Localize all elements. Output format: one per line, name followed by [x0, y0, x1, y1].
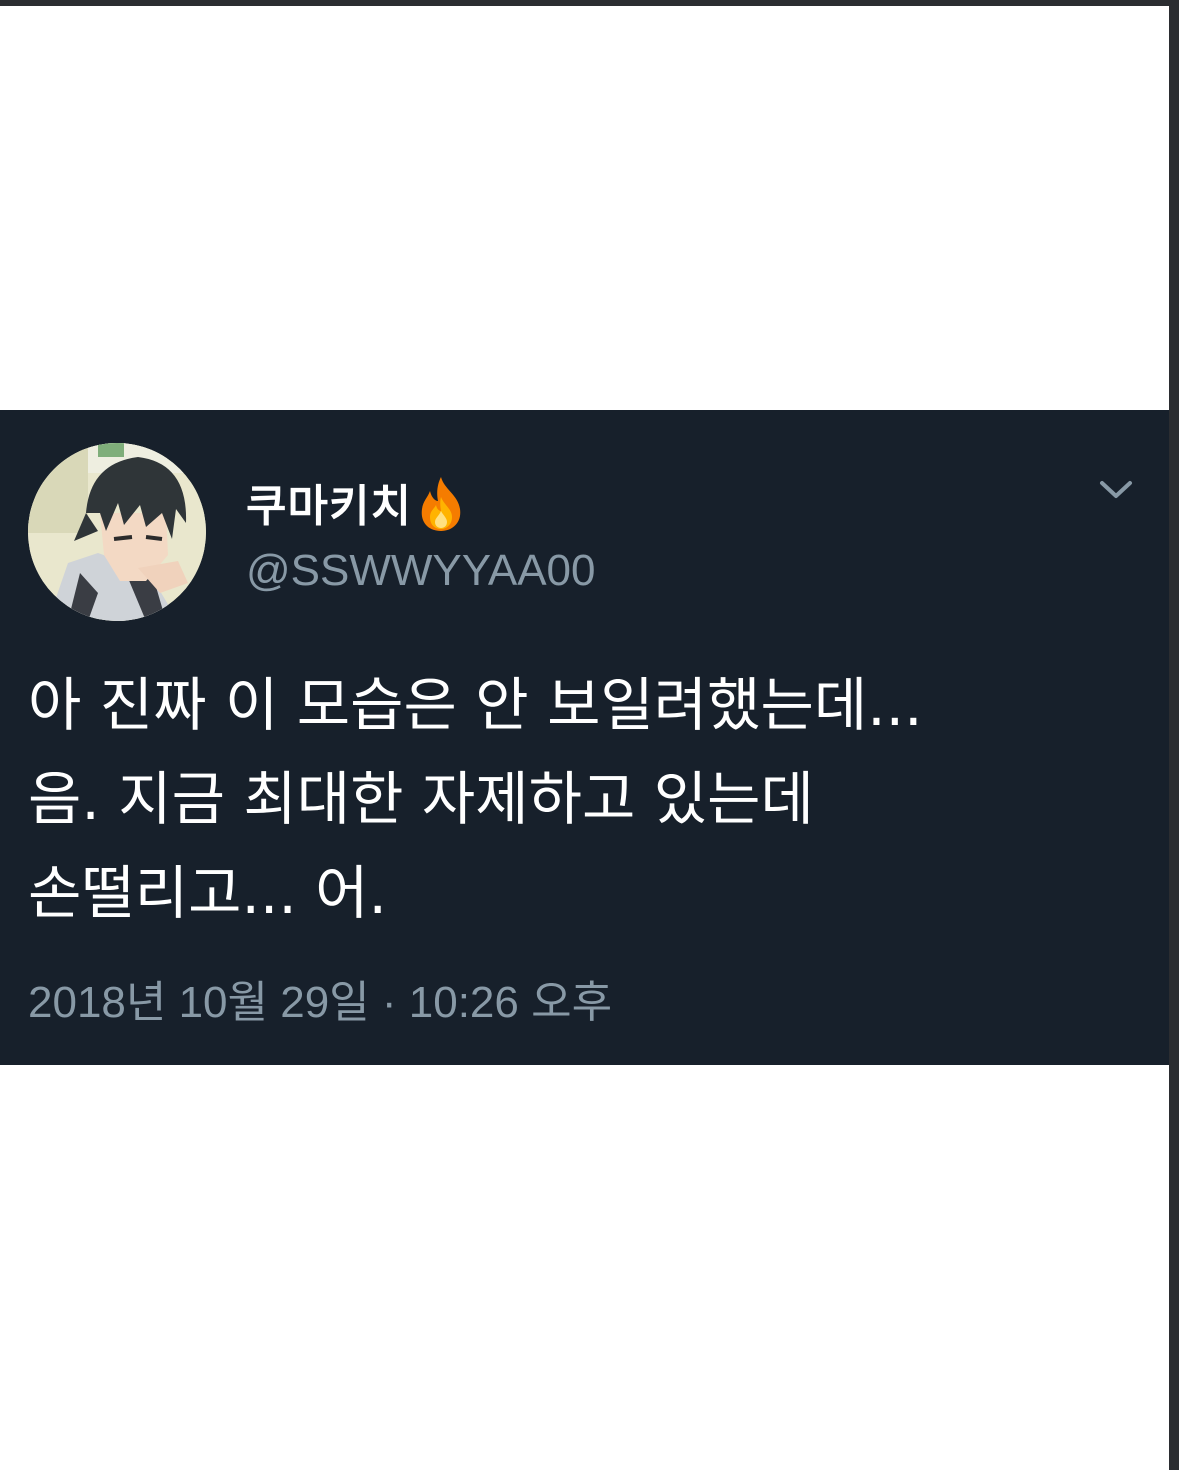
avatar[interactable]	[28, 443, 206, 621]
tweet-card: 쿠마키치 @SSWWYYAA00 아 진짜 이 모습은 안 보일려했는데... …	[0, 410, 1169, 1065]
user-handle[interactable]: @SSWWYYAA00	[246, 546, 596, 596]
tweet-timestamp[interactable]: 2018년 10월 29일 · 10:26 오후	[28, 966, 612, 1030]
tweet-menu-button[interactable]	[1093, 472, 1139, 512]
right-border	[1169, 0, 1179, 1470]
display-name[interactable]: 쿠마키치	[246, 470, 412, 534]
tweet-text-line: 손떨리고... 어.	[28, 859, 387, 927]
tweet-text: 아 진짜 이 모습은 안 보일려했는데... 음. 지금 최대한 자제하고 있는…	[28, 658, 1148, 940]
display-name-row[interactable]: 쿠마키치	[246, 472, 468, 532]
tweet-text-line: 음. 지금 최대한 자제하고 있는데	[28, 765, 814, 833]
fire-icon	[414, 475, 468, 533]
tweet-text-line: 아 진짜 이 모습은 안 보일려했는데...	[28, 671, 923, 739]
chevron-down-icon	[1099, 480, 1133, 504]
